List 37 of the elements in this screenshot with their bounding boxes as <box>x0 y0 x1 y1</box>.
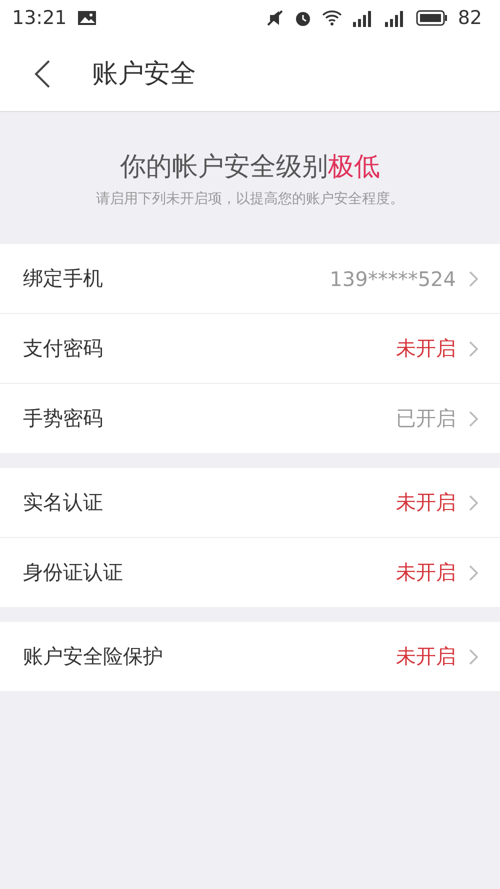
row-value: 已开启 <box>396 405 456 432</box>
row-label: 支付密码 <box>23 335 104 362</box>
chevron-right-icon <box>468 564 478 580</box>
row-label: 身份证认证 <box>23 559 124 586</box>
battery-level: 82 <box>458 7 482 29</box>
settings-row[interactable]: 实名认证 未开启 <box>0 468 500 537</box>
alarm-icon <box>294 9 312 27</box>
row-label: 账户安全险保护 <box>23 643 164 670</box>
chevron-right-icon <box>468 648 478 664</box>
signal-icon <box>352 9 374 27</box>
mute-icon <box>266 9 284 27</box>
page-title: 账户安全 <box>92 58 196 91</box>
settings-row[interactable]: 手势密码 已开启 <box>0 383 500 453</box>
wifi-icon <box>322 10 342 26</box>
back-icon[interactable] <box>32 58 52 88</box>
settings-row[interactable]: 绑定手机 139*****524 <box>0 244 500 313</box>
status-time: 13:21 <box>12 7 67 29</box>
row-label: 手势密码 <box>23 405 104 432</box>
chevron-right-icon <box>468 340 478 356</box>
row-value: 未开启 <box>396 559 456 586</box>
signal-icon <box>384 9 406 27</box>
security-level-text: 你的帐户安全级别极低 <box>120 150 380 184</box>
row-value: 未开启 <box>396 489 456 516</box>
settings-row[interactable]: 身份证认证 未开启 <box>0 537 500 607</box>
row-value: 139*****524 <box>330 266 456 290</box>
image-icon <box>76 10 97 26</box>
settings-row[interactable]: 支付密码 未开启 <box>0 313 500 383</box>
chevron-right-icon <box>468 270 478 286</box>
row-label: 绑定手机 <box>23 265 104 292</box>
row-label: 实名认证 <box>23 489 104 516</box>
row-value: 未开启 <box>396 335 456 362</box>
chevron-right-icon <box>468 494 478 510</box>
battery-icon <box>416 9 448 27</box>
row-value: 未开启 <box>396 643 456 670</box>
security-hint: 请启用下列未开启项，以提高您的账户安全程度。 <box>96 190 404 208</box>
settings-row[interactable]: 账户安全险保护 未开启 <box>0 622 500 691</box>
chevron-right-icon <box>468 410 478 426</box>
